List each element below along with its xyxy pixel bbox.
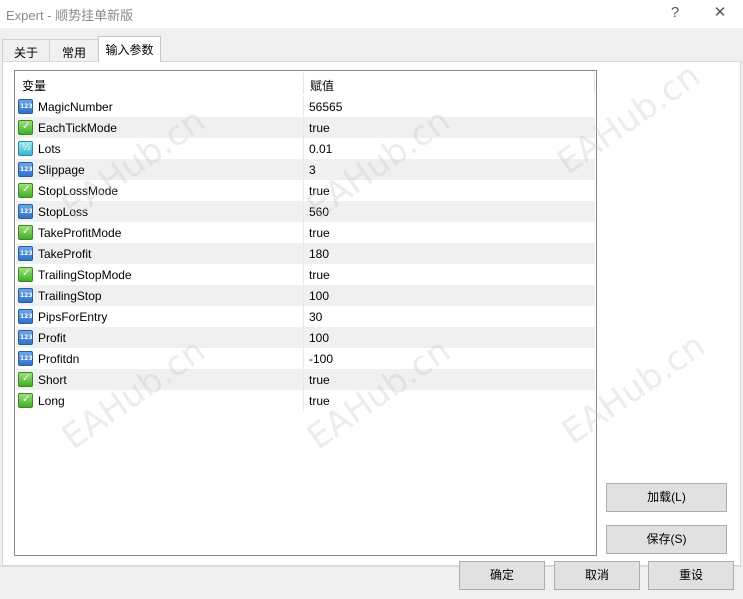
parameter-value[interactable]: 560: [309, 205, 329, 219]
bool-type-icon: [18, 225, 33, 240]
reset-button[interactable]: 重设: [648, 561, 734, 590]
help-button[interactable]: ?: [660, 2, 690, 24]
int-type-icon: [18, 288, 33, 303]
table-row[interactable]: TakeProfit 180: [16, 243, 595, 264]
cell-divider: [303, 117, 304, 138]
parameter-name: Lots: [38, 142, 61, 156]
parameter-name: StopLoss: [38, 205, 89, 219]
cell-divider: [303, 390, 304, 411]
column-divider[interactable]: [594, 73, 595, 94]
parameter-name: StopLossMode: [38, 184, 119, 198]
table-row[interactable]: MagicNumber 56565: [16, 96, 595, 117]
cell-divider: [303, 285, 304, 306]
parameter-name: Slippage: [38, 163, 85, 177]
title-bar: Expert - 顺势挂单新版 ? ✕: [0, 0, 743, 28]
int-type-icon: [18, 246, 33, 261]
parameter-value[interactable]: 56565: [309, 100, 342, 114]
table-row[interactable]: TrailingStopMode true: [16, 264, 595, 285]
tab-common[interactable]: 常用: [49, 39, 99, 61]
cancel-button[interactable]: 取消: [554, 561, 640, 590]
cell-divider: [303, 201, 304, 222]
bool-type-icon: [18, 372, 33, 387]
cell-divider: [303, 264, 304, 285]
parameter-value[interactable]: true: [309, 394, 330, 408]
tab-about[interactable]: 关于: [2, 39, 50, 61]
table-row[interactable]: TrailingStop 100: [16, 285, 595, 306]
close-icon[interactable]: ✕: [705, 2, 735, 24]
window-title: Expert - 顺势挂单新版: [6, 8, 134, 23]
table-row[interactable]: StopLoss 560: [16, 201, 595, 222]
parameter-name: MagicNumber: [38, 100, 113, 114]
table-row[interactable]: Profit 100: [16, 327, 595, 348]
table-row[interactable]: PipsForEntry 30: [16, 306, 595, 327]
int-type-icon: [18, 99, 33, 114]
column-header-value[interactable]: 赋值: [304, 71, 594, 96]
tab-strip: 关于 常用 输入参数: [0, 36, 743, 62]
parameters-table[interactable]: 变量 赋值 MagicNumber56565EachTickModetrueLo…: [14, 70, 597, 556]
parameter-name: EachTickMode: [38, 121, 117, 135]
parameter-value[interactable]: 3: [309, 163, 316, 177]
parameter-name: TrailingStop: [38, 289, 102, 303]
table-row[interactable]: TakeProfitMode true: [16, 222, 595, 243]
table-row[interactable]: Lots 0.01: [16, 138, 595, 159]
table-row[interactable]: Profitdn -100: [16, 348, 595, 369]
cell-divider: [303, 96, 304, 117]
bool-type-icon: [18, 393, 33, 408]
table-header: 变量 赋值: [15, 71, 596, 96]
parameter-value[interactable]: 180: [309, 247, 329, 261]
int-type-icon: [18, 330, 33, 345]
table-row[interactable]: Slippage 3: [16, 159, 595, 180]
cell-divider: [303, 138, 304, 159]
save-button[interactable]: 保存(S): [606, 525, 727, 554]
cell-divider: [303, 306, 304, 327]
table-row[interactable]: Short true: [16, 369, 595, 390]
bool-type-icon: [18, 183, 33, 198]
cell-divider: [303, 369, 304, 390]
table-row[interactable]: Long true: [16, 390, 595, 411]
parameter-name: PipsForEntry: [38, 310, 108, 324]
parameter-name: Short: [38, 373, 67, 387]
parameter-value[interactable]: 0.01: [309, 142, 332, 156]
parameter-name: Long: [38, 394, 65, 408]
bool-type-icon: [18, 267, 33, 282]
parameter-value[interactable]: true: [309, 373, 330, 387]
parameter-name: TakeProfitMode: [38, 226, 122, 240]
parameter-value[interactable]: true: [309, 226, 330, 240]
int-type-icon: [18, 162, 33, 177]
parameter-value[interactable]: 30: [309, 310, 322, 324]
parameter-value[interactable]: 100: [309, 331, 329, 345]
parameter-value[interactable]: true: [309, 121, 330, 135]
double-type-icon: [18, 141, 33, 156]
int-type-icon: [18, 309, 33, 324]
cell-divider: [303, 159, 304, 180]
parameter-value[interactable]: true: [309, 184, 330, 198]
ok-button[interactable]: 确定: [459, 561, 545, 590]
table-row[interactable]: StopLossMode true: [16, 180, 595, 201]
cell-divider: [303, 243, 304, 264]
parameter-value[interactable]: true: [309, 268, 330, 282]
cell-divider: [303, 348, 304, 369]
parameter-name: TakeProfit: [38, 247, 92, 261]
parameter-name: Profit: [38, 331, 67, 345]
table-row[interactable]: EachTickMode true: [16, 117, 595, 138]
tab-inputs[interactable]: 输入参数: [98, 36, 161, 62]
cell-divider: [303, 222, 304, 243]
int-type-icon: [18, 351, 33, 366]
parameter-name: Profitdn: [38, 352, 80, 366]
cell-divider: [303, 327, 304, 348]
parameter-value[interactable]: -100: [309, 352, 333, 366]
int-type-icon: [18, 204, 33, 219]
parameter-name: TrailingStopMode: [38, 268, 132, 282]
load-button[interactable]: 加载(L): [606, 483, 727, 512]
cell-divider: [303, 180, 304, 201]
column-header-variable[interactable]: 变量: [16, 71, 304, 96]
bool-type-icon: [18, 120, 33, 135]
parameter-value[interactable]: 100: [309, 289, 329, 303]
